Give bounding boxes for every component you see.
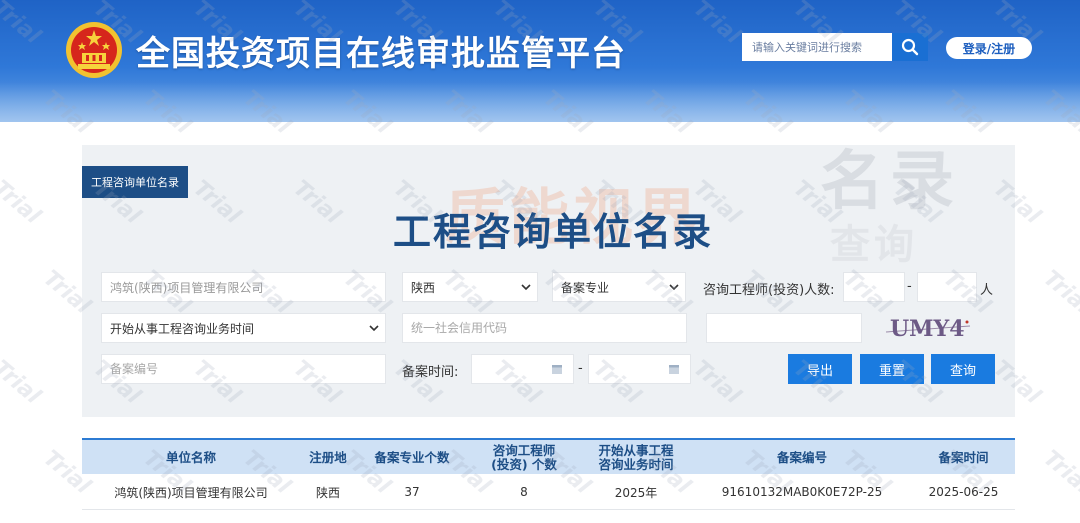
results-table-header: 单位名称 注册地 备案专业个数 咨询工程师 (投资) 个数 开始从事工程 咨询业… bbox=[82, 438, 1015, 474]
company-name-value: 鸿筑(陕西)项目管理有限公司 bbox=[110, 280, 264, 295]
cell-start-time: 2025年 bbox=[614, 485, 658, 500]
column-header-start-time-line2: 咨询业务时间 bbox=[598, 457, 674, 472]
export-button[interactable]: 导出 bbox=[788, 354, 852, 384]
company-name-input[interactable]: 鸿筑(陕西)项目管理有限公司 bbox=[101, 272, 386, 302]
trial-watermark: Trial bbox=[0, 175, 46, 230]
engineer-count-label: 咨询工程师(投资)人数: bbox=[703, 283, 835, 298]
column-header-start-time: 开始从事工程 咨询业务时间 bbox=[580, 440, 692, 476]
cell-record-no: 91610132MAB0K0E72P-25 bbox=[721, 485, 883, 499]
engineer-count-min-input[interactable] bbox=[843, 272, 905, 302]
chevron-down-icon bbox=[521, 283, 531, 290]
login-register-button[interactable]: 登录/注册 bbox=[946, 37, 1032, 59]
column-header-start-time-line1: 开始从事工程 bbox=[598, 442, 674, 458]
header-search-input[interactable] bbox=[742, 33, 892, 61]
captcha-image[interactable]: UMY4 bbox=[884, 312, 974, 346]
column-header-name: 单位名称 bbox=[165, 449, 216, 465]
column-header-record-no: 备案编号 bbox=[776, 449, 827, 465]
column-header-region: 注册地 bbox=[309, 449, 347, 465]
region-select[interactable]: 陕西 bbox=[402, 272, 538, 302]
cell-specialty-count: 37 bbox=[404, 485, 420, 499]
panel-decoration-text-secondary: 查询 bbox=[830, 222, 918, 268]
calendar-icon bbox=[669, 365, 679, 374]
column-header-specialty-count: 备案专业个数 bbox=[374, 449, 450, 465]
engineer-count-dash: - bbox=[907, 279, 912, 294]
captcha-text: UMY4 bbox=[890, 316, 965, 342]
panel-title: 工程咨询单位名录 bbox=[393, 210, 714, 254]
cell-engineer-count: 8 bbox=[520, 485, 528, 499]
trial-watermark: Trial bbox=[1038, 265, 1080, 320]
start-time-select-value: 开始从事工程咨询业务时间 bbox=[110, 321, 255, 336]
site-title: 全国投资项目在线审批监管平台 bbox=[136, 34, 626, 74]
column-header-engineer-count-line1: 咨询工程师 bbox=[492, 442, 556, 458]
header-search-button[interactable] bbox=[892, 33, 928, 61]
search-icon bbox=[901, 38, 919, 56]
column-header-engineer-count-line2: (投资) 个数 bbox=[491, 457, 557, 472]
panel-tag: 工程咨询单位名录 bbox=[82, 166, 188, 198]
trial-watermark: Trial bbox=[0, 355, 46, 410]
column-header-record-time: 备案时间 bbox=[938, 449, 989, 465]
region-select-value: 陕西 bbox=[411, 280, 436, 295]
national-emblem-icon bbox=[66, 22, 122, 78]
site-header: 全国投资项目在线审批监管平台 登录/注册 bbox=[0, 0, 1080, 122]
panel-decoration-text: 名录 bbox=[820, 145, 960, 219]
reset-button[interactable]: 重置 bbox=[860, 354, 924, 384]
record-time-end-input[interactable] bbox=[588, 354, 691, 384]
credit-code-input[interactable] bbox=[402, 313, 687, 343]
column-header-engineer-count: 咨询工程师 (投资) 个数 bbox=[468, 440, 580, 476]
start-time-select[interactable]: 开始从事工程咨询业务时间 bbox=[101, 313, 386, 343]
chevron-down-icon bbox=[669, 283, 679, 290]
specialty-select[interactable]: 备案专业 bbox=[552, 272, 686, 302]
table-row[interactable]: 鸿筑(陕西)项目管理有限公司 陕西 37 8 2025年 91610132MAB… bbox=[82, 474, 1015, 510]
cell-region: 陕西 bbox=[315, 485, 340, 500]
query-button[interactable]: 查询 bbox=[931, 354, 995, 384]
cell-name[interactable]: 鸿筑(陕西)项目管理有限公司 bbox=[82, 474, 300, 510]
engineer-count-max-input[interactable] bbox=[917, 272, 977, 302]
captcha-input[interactable] bbox=[706, 313, 862, 343]
record-time-start-input[interactable] bbox=[471, 354, 574, 384]
record-time-dash: - bbox=[578, 361, 583, 376]
engineer-count-unit: 人 bbox=[980, 283, 994, 298]
chevron-down-icon bbox=[369, 324, 379, 331]
trial-watermark: Trial bbox=[1038, 445, 1080, 500]
calendar-icon bbox=[552, 365, 562, 374]
specialty-select-value: 备案专业 bbox=[561, 280, 610, 295]
cell-record-time: 2025-06-25 bbox=[928, 485, 999, 499]
record-time-label: 备案时间: bbox=[402, 365, 459, 380]
record-number-input[interactable] bbox=[101, 354, 386, 384]
